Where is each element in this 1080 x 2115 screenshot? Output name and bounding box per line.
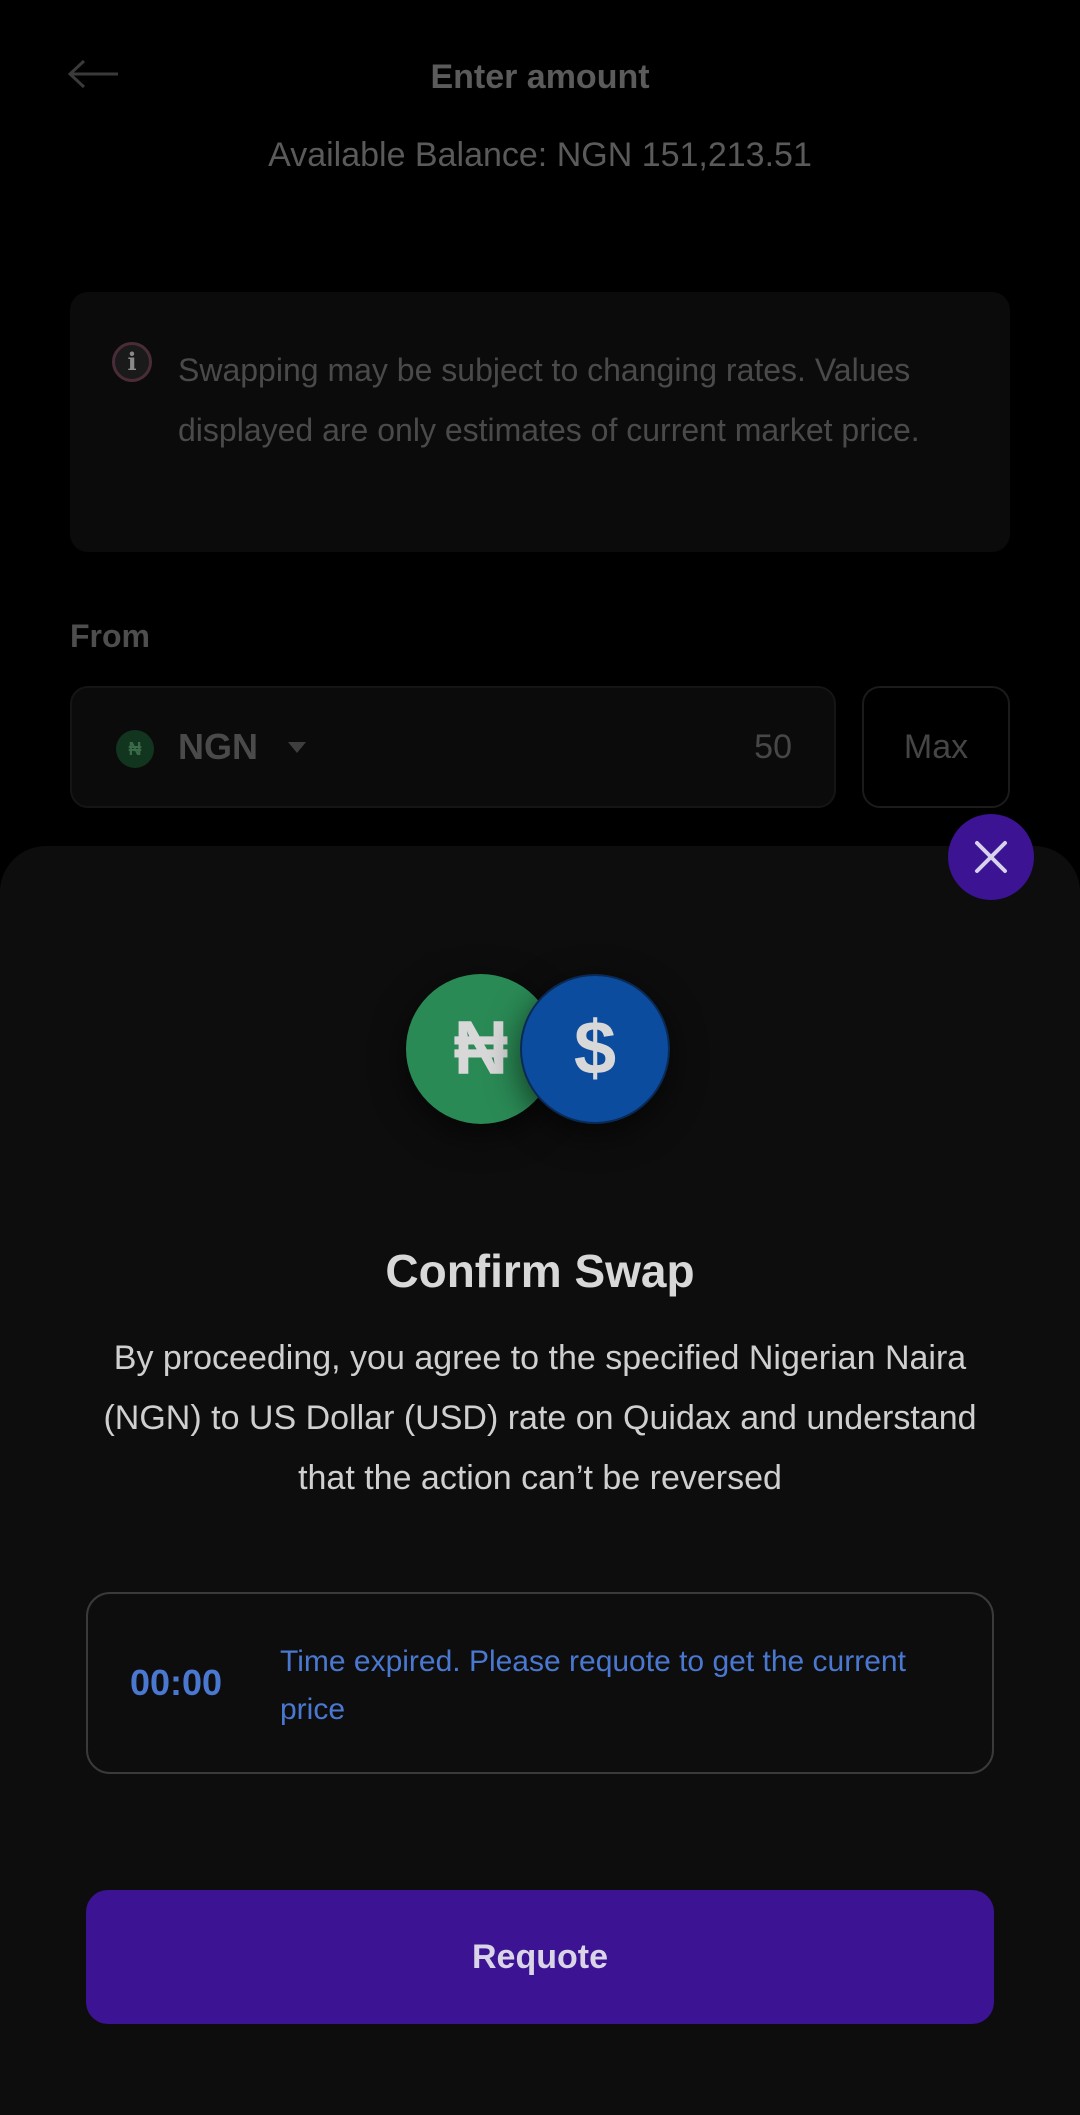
requote-button[interactable]: Requote (86, 1890, 994, 2024)
close-sheet-button[interactable] (948, 814, 1034, 900)
naira-coin-icon: ₦ (116, 730, 154, 768)
close-icon (975, 841, 1007, 873)
from-amount-field[interactable]: ₦ NGN 50 (70, 686, 836, 808)
countdown-timer: 00:00 (130, 1662, 223, 1703)
currency-selector[interactable]: NGN (178, 726, 258, 768)
sheet-title: Confirm Swap (385, 1245, 695, 1297)
sheet-description: By proceeding, you agree to the specifie… (103, 1339, 977, 1497)
from-label: From (70, 618, 150, 654)
chevron-down-icon[interactable] (288, 742, 306, 753)
timer-expired-message: Time expired. Please requote to get the … (280, 1645, 906, 1726)
page-title: Enter amount (430, 58, 650, 96)
max-button[interactable]: Max (862, 686, 1010, 808)
info-icon: i (112, 342, 152, 382)
amount-input[interactable]: 50 (754, 728, 792, 767)
available-balance: Available Balance: NGN 151,213.51 (268, 136, 812, 174)
rate-notice-text: Swapping may be subject to changing rate… (178, 352, 920, 448)
rate-notice: i Swapping may be subject to changing ra… (70, 292, 1010, 552)
quote-timer-box: 00:00 Time expired. Please requote to ge… (86, 1592, 994, 1774)
swap-pair-icons: ₦ $ (406, 974, 676, 1126)
dollar-coin-icon: $ (520, 974, 670, 1124)
